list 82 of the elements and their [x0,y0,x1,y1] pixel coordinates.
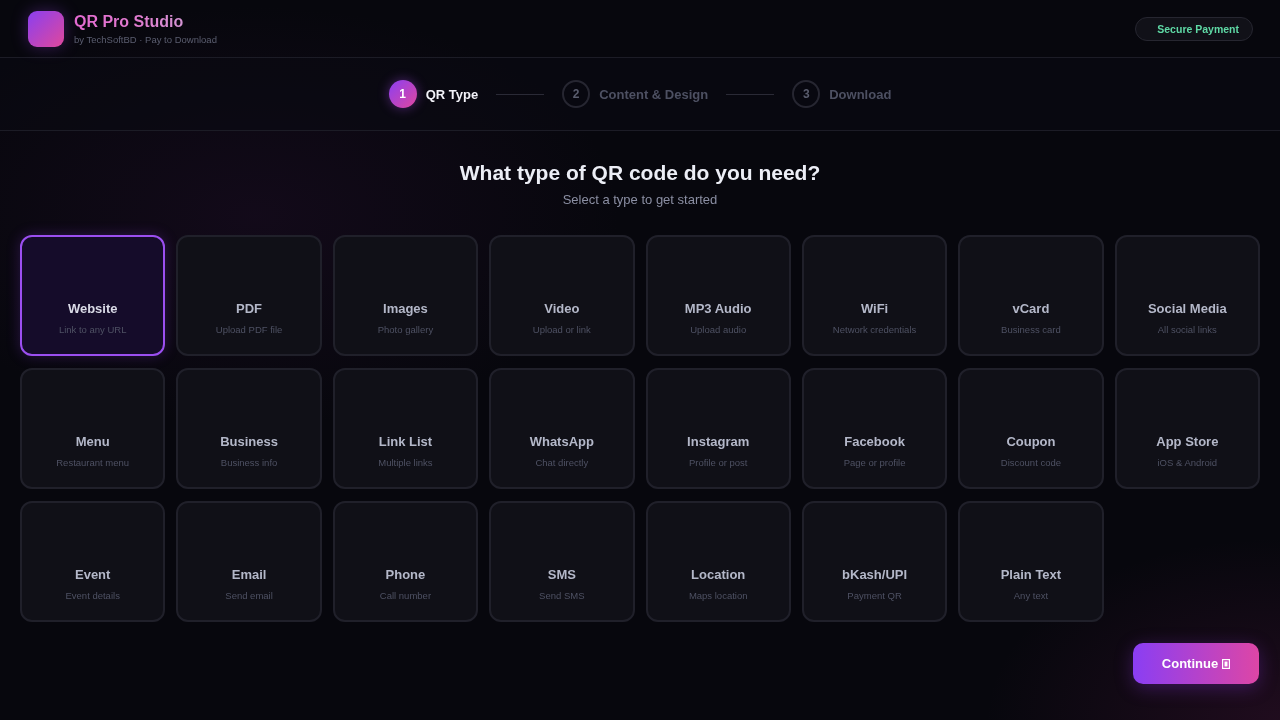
option-title: Plain Text [1000,567,1062,583]
option-title: Link List [378,434,433,450]
qr-type-option[interactable]: WiFi Network credentials [801,235,948,356]
step-number: 3 [792,80,821,108]
option-title: Business [220,434,278,450]
option-title: Phone [385,567,426,583]
option-description: Photo gallery [377,324,434,336]
option-title: WhatsApp [529,434,594,450]
secure-payment-badge: Secure Payment [1135,16,1253,41]
page-heading: What type of QR code do you need? [459,160,821,186]
qr-type-option[interactable]: vCard Business card [958,235,1104,356]
app-subtitle: by TechSoftBD · Pay to Download [74,33,217,46]
option-description: Maps location [688,590,748,602]
qr-type-option[interactable]: Business Business info [176,368,322,489]
option-title: Social Media [1147,301,1227,317]
option-title: Website [67,301,118,317]
qr-type-option[interactable]: App Store iOS & Android [1114,368,1260,489]
qr-type-option[interactable]: Coupon Discount code [958,368,1104,489]
option-description: Call number [379,590,432,602]
option-description: Send email [225,590,273,602]
qr-type-option[interactable]: Link List Multiple links [332,368,479,489]
option-description: Multiple links [378,457,433,469]
option-title: Event [75,567,111,583]
option-title: WiFi [860,301,889,317]
qr-type-option[interactable]: MP3 Audio Upload audio [645,235,791,356]
option-title: Email [231,567,267,583]
step-label: Download [829,86,892,102]
qr-type-option[interactable]: Email Send email [176,501,322,622]
qr-type-option[interactable]: PDF Upload PDF file [176,235,322,356]
step-number: 1 [388,80,417,108]
page-subheading: Select a type to get started [562,192,718,208]
option-description: Profile or post [688,457,748,469]
option-title: Video [544,301,580,317]
option-description: Discount code [1000,457,1062,469]
qr-type-option[interactable]: WhatsApp Chat directly [489,368,635,489]
option-title: App Store [1156,434,1219,450]
option-description: Payment QR [847,590,902,602]
option-description: Upload audio [690,324,747,336]
option-description: Upload or link [532,324,591,336]
option-description: Business card [1001,324,1061,336]
qr-type-option[interactable]: Menu Restaurant menu [20,368,166,489]
step-number: 2 [562,80,591,108]
option-description: Network credentials [832,324,917,336]
option-title: bKash/UPI [842,567,908,583]
qr-type-option[interactable]: Plain Text Any text [958,501,1104,622]
qr-type-option[interactable]: Location Maps location [645,501,791,622]
step-label: Content & Design [599,86,709,102]
option-title: Location [691,567,746,583]
option-title: PDF [236,301,263,317]
option-title: Facebook [844,434,905,450]
option-title: vCard [1012,301,1050,317]
option-description: iOS & Android [1157,457,1218,469]
option-description: Link to any URL [58,324,127,336]
option-title: SMS [547,567,576,583]
qr-type-option[interactable]: Facebook Page or profile [801,368,948,489]
square-glyph-icon [1222,658,1231,669]
option-description: Any text [1013,590,1049,602]
qr-type-option[interactable]: SMS Send SMS [489,501,635,622]
option-title: Images [383,301,428,317]
qr-type-option[interactable]: Phone Call number [332,501,479,622]
qr-type-option[interactable]: Video Upload or link [489,235,635,356]
option-description: Business info [220,457,278,469]
option-description: Event details [65,590,120,602]
qr-type-option[interactable]: Website Link to any URL [20,235,166,356]
option-title: Menu [75,434,110,450]
step-label: QR Type [425,86,479,102]
option-title: Instagram [687,434,750,450]
option-title: MP3 Audio [684,301,752,317]
qr-type-option[interactable]: Social Media All social links [1114,235,1260,356]
option-description: Upload PDF file [215,324,283,336]
continue-button[interactable]: Continue [1133,643,1259,684]
option-description: All social links [1157,324,1217,336]
logo-icon [28,10,64,47]
option-description: Chat directly [535,457,589,469]
qr-type-option[interactable]: Instagram Profile or post [645,368,791,489]
qr-type-option[interactable]: Event Event details [20,501,166,622]
option-title: Coupon [1006,434,1056,450]
qr-type-option[interactable]: bKash/UPI Payment QR [801,501,948,622]
option-description: Restaurant menu [56,457,130,469]
option-description: Page or profile [843,457,906,469]
option-description: Send SMS [539,590,585,602]
qr-type-option[interactable]: Images Photo gallery [332,235,479,356]
